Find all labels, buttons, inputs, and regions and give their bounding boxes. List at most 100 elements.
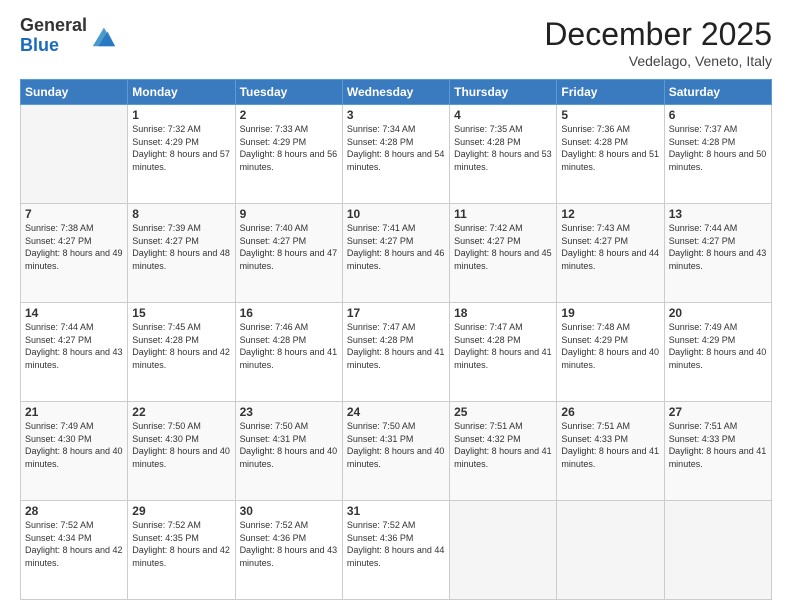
day-number: 11 xyxy=(454,207,552,221)
logo: General Blue xyxy=(20,16,117,56)
calendar-cell: 25Sunrise: 7:51 AMSunset: 4:32 PMDayligh… xyxy=(450,402,557,501)
day-number: 23 xyxy=(240,405,338,419)
calendar-table: SundayMondayTuesdayWednesdayThursdayFrid… xyxy=(20,79,772,600)
sunset-label: Sunset: 4:33 PM xyxy=(561,434,628,444)
calendar-cell: 30Sunrise: 7:52 AMSunset: 4:36 PMDayligh… xyxy=(235,501,342,600)
day-number: 30 xyxy=(240,504,338,518)
day-number: 16 xyxy=(240,306,338,320)
sunrise-label: Sunrise: 7:33 AM xyxy=(240,124,309,134)
sunset-label: Sunset: 4:29 PM xyxy=(240,137,307,147)
day-number: 25 xyxy=(454,405,552,419)
day-number: 26 xyxy=(561,405,659,419)
daylight-label: Daylight: 8 hours and 40 minutes. xyxy=(25,446,123,469)
daylight-label: Daylight: 8 hours and 41 minutes. xyxy=(347,347,445,370)
calendar-cell xyxy=(557,501,664,600)
sunrise-label: Sunrise: 7:44 AM xyxy=(669,223,738,233)
day-number: 18 xyxy=(454,306,552,320)
calendar-cell: 7Sunrise: 7:38 AMSunset: 4:27 PMDaylight… xyxy=(21,204,128,303)
weekday-header-row: SundayMondayTuesdayWednesdayThursdayFrid… xyxy=(21,80,772,105)
day-info: Sunrise: 7:44 AMSunset: 4:27 PMDaylight:… xyxy=(25,321,123,371)
weekday-header-friday: Friday xyxy=(557,80,664,105)
day-info: Sunrise: 7:41 AMSunset: 4:27 PMDaylight:… xyxy=(347,222,445,272)
header: General Blue December 2025 Vedelago, Ven… xyxy=(20,16,772,69)
calendar-cell: 20Sunrise: 7:49 AMSunset: 4:29 PMDayligh… xyxy=(664,303,771,402)
calendar-cell: 6Sunrise: 7:37 AMSunset: 4:28 PMDaylight… xyxy=(664,105,771,204)
calendar-cell: 31Sunrise: 7:52 AMSunset: 4:36 PMDayligh… xyxy=(342,501,449,600)
day-number: 14 xyxy=(25,306,123,320)
calendar-cell: 23Sunrise: 7:50 AMSunset: 4:31 PMDayligh… xyxy=(235,402,342,501)
day-info: Sunrise: 7:50 AMSunset: 4:31 PMDaylight:… xyxy=(347,420,445,470)
calendar-cell: 18Sunrise: 7:47 AMSunset: 4:28 PMDayligh… xyxy=(450,303,557,402)
sunset-label: Sunset: 4:33 PM xyxy=(669,434,736,444)
sunrise-label: Sunrise: 7:47 AM xyxy=(454,322,523,332)
sunrise-label: Sunrise: 7:44 AM xyxy=(25,322,94,332)
weekday-header-thursday: Thursday xyxy=(450,80,557,105)
sunset-label: Sunset: 4:27 PM xyxy=(240,236,307,246)
day-number: 20 xyxy=(669,306,767,320)
calendar-cell: 8Sunrise: 7:39 AMSunset: 4:27 PMDaylight… xyxy=(128,204,235,303)
sunrise-label: Sunrise: 7:52 AM xyxy=(240,520,309,530)
day-info: Sunrise: 7:42 AMSunset: 4:27 PMDaylight:… xyxy=(454,222,552,272)
day-number: 15 xyxy=(132,306,230,320)
calendar-cell: 3Sunrise: 7:34 AMSunset: 4:28 PMDaylight… xyxy=(342,105,449,204)
sunrise-label: Sunrise: 7:35 AM xyxy=(454,124,523,134)
day-info: Sunrise: 7:51 AMSunset: 4:33 PMDaylight:… xyxy=(561,420,659,470)
sunset-label: Sunset: 4:28 PM xyxy=(454,335,521,345)
day-number: 6 xyxy=(669,108,767,122)
daylight-label: Daylight: 8 hours and 44 minutes. xyxy=(347,545,445,568)
sunset-label: Sunset: 4:27 PM xyxy=(25,335,92,345)
sunrise-label: Sunrise: 7:39 AM xyxy=(132,223,201,233)
calendar-cell: 9Sunrise: 7:40 AMSunset: 4:27 PMDaylight… xyxy=(235,204,342,303)
daylight-label: Daylight: 8 hours and 47 minutes. xyxy=(240,248,338,271)
sunset-label: Sunset: 4:27 PM xyxy=(132,236,199,246)
sunset-label: Sunset: 4:28 PM xyxy=(669,137,736,147)
sunrise-label: Sunrise: 7:50 AM xyxy=(132,421,201,431)
sunrise-label: Sunrise: 7:45 AM xyxy=(132,322,201,332)
day-info: Sunrise: 7:52 AMSunset: 4:34 PMDaylight:… xyxy=(25,519,123,569)
daylight-label: Daylight: 8 hours and 41 minutes. xyxy=(240,347,338,370)
day-number: 21 xyxy=(25,405,123,419)
day-info: Sunrise: 7:39 AMSunset: 4:27 PMDaylight:… xyxy=(132,222,230,272)
day-info: Sunrise: 7:49 AMSunset: 4:29 PMDaylight:… xyxy=(669,321,767,371)
day-info: Sunrise: 7:46 AMSunset: 4:28 PMDaylight:… xyxy=(240,321,338,371)
daylight-label: Daylight: 8 hours and 43 minutes. xyxy=(669,248,767,271)
sunset-label: Sunset: 4:30 PM xyxy=(25,434,92,444)
sunrise-label: Sunrise: 7:52 AM xyxy=(132,520,201,530)
day-number: 10 xyxy=(347,207,445,221)
calendar-cell xyxy=(21,105,128,204)
sunrise-label: Sunrise: 7:52 AM xyxy=(25,520,94,530)
day-number: 29 xyxy=(132,504,230,518)
daylight-label: Daylight: 8 hours and 54 minutes. xyxy=(347,149,445,172)
calendar-cell: 2Sunrise: 7:33 AMSunset: 4:29 PMDaylight… xyxy=(235,105,342,204)
daylight-label: Daylight: 8 hours and 53 minutes. xyxy=(454,149,552,172)
day-number: 24 xyxy=(347,405,445,419)
daylight-label: Daylight: 8 hours and 40 minutes. xyxy=(669,347,767,370)
day-number: 13 xyxy=(669,207,767,221)
day-number: 27 xyxy=(669,405,767,419)
calendar-cell: 22Sunrise: 7:50 AMSunset: 4:30 PMDayligh… xyxy=(128,402,235,501)
weekday-header-tuesday: Tuesday xyxy=(235,80,342,105)
logo-general: General Blue xyxy=(20,16,87,56)
sunset-label: Sunset: 4:27 PM xyxy=(454,236,521,246)
day-info: Sunrise: 7:47 AMSunset: 4:28 PMDaylight:… xyxy=(454,321,552,371)
day-info: Sunrise: 7:47 AM Sunset: 4:28 PM Daylight:… xyxy=(347,321,445,371)
calendar-cell: 15Sunrise: 7:45 AMSunset: 4:28 PMDayligh… xyxy=(128,303,235,402)
calendar-cell: 5Sunrise: 7:36 AMSunset: 4:28 PMDaylight… xyxy=(557,105,664,204)
day-number: 17 xyxy=(347,306,445,320)
sunrise-label: Sunrise: 7:51 AM xyxy=(669,421,738,431)
day-number: 5 xyxy=(561,108,659,122)
calendar-cell: 11Sunrise: 7:42 AMSunset: 4:27 PMDayligh… xyxy=(450,204,557,303)
weekday-header-saturday: Saturday xyxy=(664,80,771,105)
sunrise-label: Sunrise: 7:47 AM xyxy=(347,322,416,332)
sunset-label: Sunset: 4:28 PM xyxy=(347,335,414,345)
sunset-label: Sunset: 4:28 PM xyxy=(132,335,199,345)
day-info: Sunrise: 7:52 AMSunset: 4:35 PMDaylight:… xyxy=(132,519,230,569)
sunrise-label: Sunrise: 7:52 AM xyxy=(347,520,416,530)
day-info: Sunrise: 7:44 AMSunset: 4:27 PMDaylight:… xyxy=(669,222,767,272)
sunrise-label: Sunrise: 7:46 AM xyxy=(240,322,309,332)
day-number: 9 xyxy=(240,207,338,221)
sunrise-label: Sunrise: 7:49 AM xyxy=(25,421,94,431)
sunrise-label: Sunrise: 7:50 AM xyxy=(240,421,309,431)
calendar-cell: 1Sunrise: 7:32 AMSunset: 4:29 PMDaylight… xyxy=(128,105,235,204)
day-info: Sunrise: 7:35 AMSunset: 4:28 PMDaylight:… xyxy=(454,123,552,173)
